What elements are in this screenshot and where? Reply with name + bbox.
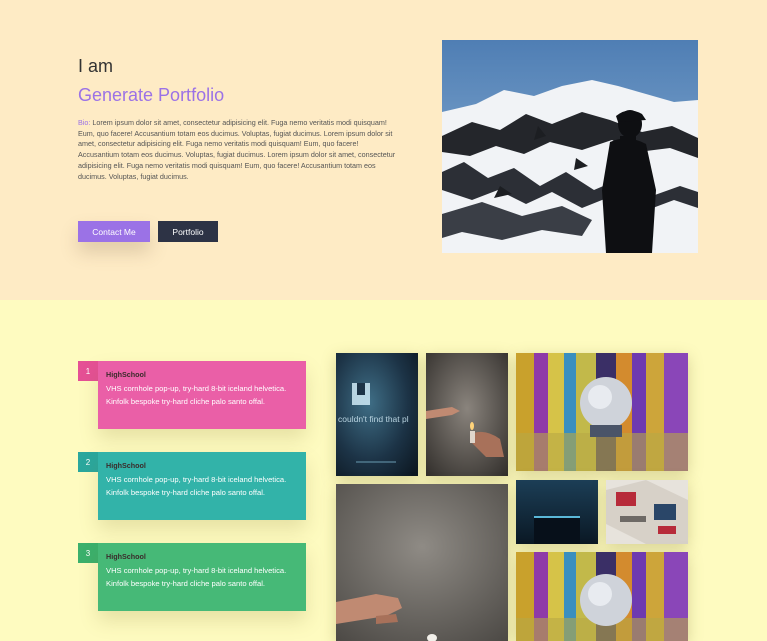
phone-screen-image: couldn't find that pl — [336, 353, 418, 476]
gallery-photo-building[interactable] — [516, 480, 598, 544]
magazines-image — [606, 480, 688, 544]
disco-ball-image-2 — [516, 552, 688, 641]
timeline-card: HighSchool VHS cornhole pop-up, try-hard… — [98, 452, 306, 520]
gallery-photo-disco-ball-2[interactable] — [516, 552, 688, 641]
hand-large-image — [336, 484, 508, 641]
timeline-card: HighSchool VHS cornhole pop-up, try-hard… — [98, 361, 306, 429]
hero-section: I am Generate Portfolio Bio: Lorem ipsum… — [0, 0, 767, 300]
hero-headline: Generate Portfolio — [78, 85, 225, 105]
timeline-item-2: 2 HighSchool VHS cornhole pop-up, try-ha… — [78, 452, 306, 520]
timeline-item-3: 3 HighSchool VHS cornhole pop-up, try-ha… — [78, 543, 306, 611]
portfolio-button[interactable]: Portfolio — [158, 221, 218, 242]
timeline-card: HighSchool VHS cornhole pop-up, try-hard… — [98, 543, 306, 611]
gallery-photo-phone[interactable]: couldn't find that pl — [336, 353, 418, 476]
timeline-number: 1 — [78, 361, 98, 381]
lighter-hand-image — [426, 353, 508, 476]
disco-ball-image — [516, 353, 688, 471]
timeline-title: HighSchool — [106, 552, 146, 561]
mountain-silhouette-image — [442, 40, 698, 253]
timeline-text: VHS cornhole pop-up, try-hard 8-bit icel… — [106, 384, 287, 406]
gallery-photo-lighter[interactable] — [426, 353, 508, 476]
bio-text: Lorem ipsum dolor sit amet, consectetur … — [78, 118, 396, 181]
phone-screen-text: couldn't find that pl — [338, 414, 409, 424]
gallery-photo-hand-large[interactable] — [336, 484, 508, 641]
bio-label: Bio: — [78, 118, 91, 127]
timeline-item-1: 1 HighSchool VHS cornhole pop-up, try-ha… — [78, 361, 306, 429]
timeline-number: 3 — [78, 543, 98, 563]
hero-mountain-photo — [442, 40, 698, 253]
hero-text: I am Generate Portfolio Bio: Lorem ipsum… — [78, 56, 398, 182]
gallery-photo-disco-ball[interactable] — [516, 353, 688, 471]
gallery-photo-magazines[interactable] — [606, 480, 688, 544]
timeline-text: VHS cornhole pop-up, try-hard 8-bit icel… — [106, 475, 287, 497]
contact-me-button[interactable]: Contact Me — [78, 221, 150, 242]
timeline-text: VHS cornhole pop-up, try-hard 8-bit icel… — [106, 566, 287, 588]
timeline-title: HighSchool — [106, 461, 146, 470]
building-image — [516, 480, 598, 544]
timeline-title: HighSchool — [106, 370, 146, 379]
hero-greeting: I am — [78, 56, 114, 76]
hero-bio: Bio: Lorem ipsum dolor sit amet, consect… — [78, 118, 398, 182]
timeline-number: 2 — [78, 452, 98, 472]
